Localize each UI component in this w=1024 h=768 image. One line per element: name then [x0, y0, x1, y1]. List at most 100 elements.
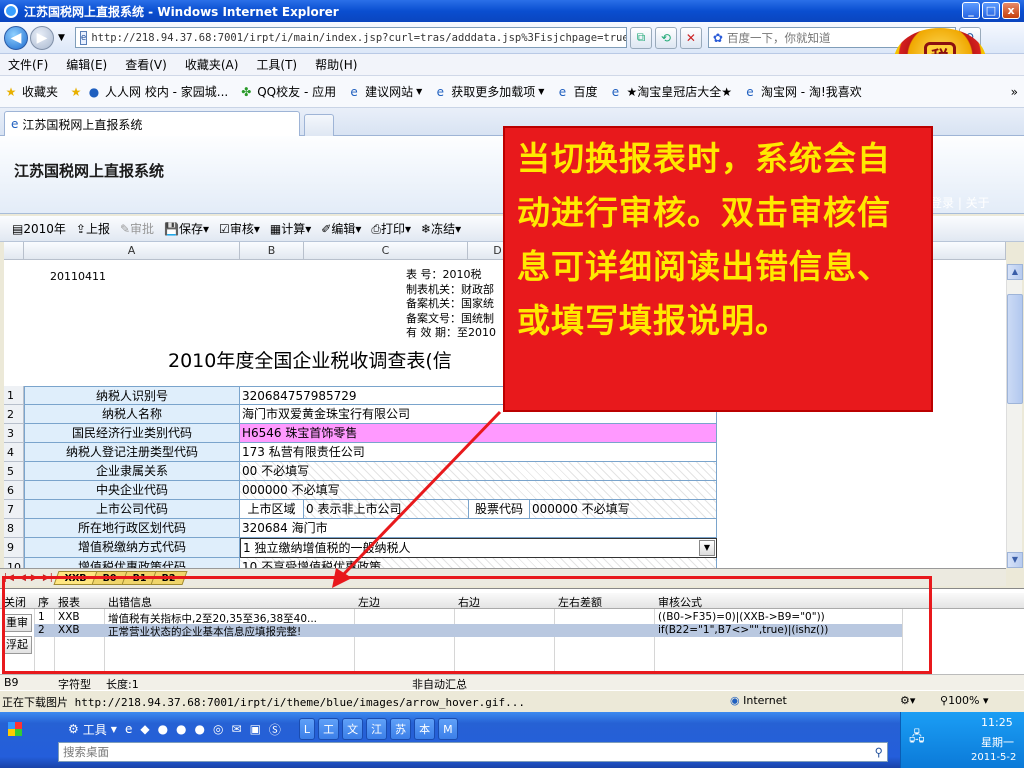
dropdown-arrow-icon[interactable]: ▼: [699, 540, 715, 556]
taskbar-item[interactable]: M: [438, 718, 458, 740]
clock-time[interactable]: 11:25: [981, 716, 1013, 729]
minimize-button[interactable]: _: [962, 2, 980, 19]
callout-note: 当切换报表时，系统会自动进行审核。双击审核信息可详细阅读出错信息、或填写填报说明…: [503, 126, 933, 412]
system-tray: 🖧 11:25 星期一 2011-5-2: [900, 712, 1024, 768]
taskbar-item[interactable]: 文: [342, 718, 364, 740]
back-button[interactable]: ◀: [4, 25, 28, 50]
tools-icon[interactable]: ⚙: [68, 722, 79, 736]
approve-button[interactable]: ✎审批: [120, 220, 154, 237]
back-arrow-icon: ◀: [10, 29, 22, 46]
column-header-c[interactable]: C: [304, 242, 468, 260]
audit-button[interactable]: ☑审核▾: [219, 220, 260, 237]
magnifier-icon: ⚲: [940, 694, 949, 707]
stop-button[interactable]: ✕: [679, 26, 702, 49]
edit-button[interactable]: ✐编辑▾: [321, 220, 361, 237]
taskbar-item[interactable]: 本: [414, 718, 436, 740]
calculate-button[interactable]: ▦计算▾: [270, 220, 311, 237]
app-quick-icon[interactable]: Ⓢ: [269, 721, 281, 738]
menu-help[interactable]: 帮助(H): [315, 56, 357, 73]
scroll-thumb[interactable]: [1007, 294, 1023, 404]
industry-code-cell[interactable]: H6546 珠宝首饰零售: [240, 424, 717, 443]
ie-logo-icon: [4, 4, 18, 18]
menu-tools[interactable]: 工具(T): [256, 56, 297, 73]
chevron-more-icon[interactable]: »: [1011, 85, 1018, 99]
ie-quick-icon[interactable]: e: [125, 722, 132, 736]
app-title: 江苏国税网上直报系统: [14, 162, 165, 180]
forward-button[interactable]: ▶: [30, 25, 54, 50]
region-code-cell[interactable]: 320684 海门市: [240, 519, 717, 538]
row-number: 5: [4, 462, 24, 481]
zoom-level[interactable]: ⚲100% ▾: [940, 694, 989, 707]
taskbar-item[interactable]: 江: [366, 718, 388, 740]
address-bar[interactable]: e http://218.94.37.68:7001/irpt/i/main/i…: [74, 27, 627, 48]
close-button[interactable]: x: [1002, 2, 1020, 19]
app-quick-icon[interactable]: ●: [158, 722, 168, 736]
fav-renren[interactable]: ★ ● 人人网 校内 - 家园城...: [69, 83, 229, 100]
cell-ref: B9: [4, 676, 19, 689]
vat-policy-cell[interactable]: 10 不享受增值税优惠政策: [240, 558, 717, 568]
windows-logo-icon[interactable]: [8, 722, 22, 736]
central-enterprise-cell[interactable]: 000000 不必填写: [240, 481, 717, 500]
stock-code-label: 股票代码: [468, 500, 530, 518]
menu-favorites[interactable]: 收藏夹(A): [185, 56, 239, 73]
app-quick-icon[interactable]: ✉: [232, 722, 242, 736]
scroll-up-icon[interactable]: ▲: [1007, 264, 1023, 280]
freeze-button[interactable]: ❄冻结▾: [421, 220, 461, 237]
fav-qq[interactable]: ✤ QQ校友 - 应用: [239, 83, 336, 100]
refresh-button[interactable]: ⟲: [654, 26, 677, 49]
fav-taobao-shops[interactable]: e ★淘宝皇冠店大全★: [608, 83, 732, 100]
maximize-button[interactable]: □: [982, 2, 1000, 19]
compat-icon: ⧉: [636, 30, 646, 44]
new-tab-button[interactable]: [304, 114, 334, 136]
listing-region-cell[interactable]: 0 表示非上市公司: [306, 500, 401, 518]
app-quick-icon[interactable]: ◎: [213, 722, 223, 736]
app-quick-icon[interactable]: ●: [176, 722, 186, 736]
save-button[interactable]: 💾保存▾: [164, 220, 209, 237]
submit-button[interactable]: ⇪上报: [76, 220, 110, 237]
fav-suggested[interactable]: e 建议网站 ▼: [347, 83, 422, 100]
taskbar-item[interactable]: 工: [318, 718, 340, 740]
column-header-b[interactable]: B: [240, 242, 304, 260]
menu-file[interactable]: 文件(F): [8, 56, 48, 73]
taskbar-item[interactable]: 苏: [390, 718, 412, 740]
fav-addons[interactable]: e 获取更多加载项 ▼: [433, 83, 545, 100]
status-text: 正在下载图片 http://218.94.37.68:7001/irpt/i/t…: [2, 695, 525, 709]
history-dropdown-icon[interactable]: ▼: [58, 33, 65, 43]
row-number: 9: [4, 538, 24, 558]
page-icon: e: [79, 30, 88, 45]
taskbar-item[interactable]: L: [298, 718, 316, 740]
compat-view-button[interactable]: ⧉: [629, 26, 652, 49]
column-header-a[interactable]: A: [24, 242, 240, 260]
header-links[interactable]: 登录 | 关于: [930, 194, 990, 211]
year-button[interactable]: ▤2010年: [12, 220, 66, 237]
app-quick-icon[interactable]: ▣: [250, 722, 261, 736]
row-number: 3: [4, 424, 24, 443]
favorites-bar: ★ 收藏夹 ★ ● 人人网 校内 - 家园城... ✤ QQ校友 - 应用 e 建议网站 ▼…: [0, 76, 1024, 108]
fav-baidu[interactable]: e 百度: [555, 83, 598, 100]
app-quick-icon[interactable]: ◆: [140, 722, 149, 736]
desktop-search-input[interactable]: 搜索桌面 ⚲: [58, 742, 888, 762]
field-label: 中央企业代码: [24, 481, 240, 500]
app-quick-icon[interactable]: ●: [195, 722, 205, 736]
fav-taobao[interactable]: e 淘宝网 - 淘!我喜欢: [743, 83, 861, 100]
scroll-down-icon[interactable]: ▼: [1007, 552, 1023, 568]
affiliation-cell[interactable]: 00 不必填写: [240, 462, 717, 481]
search-icon: ⚲: [874, 745, 883, 759]
favorites-button[interactable]: ★ 收藏夹: [4, 83, 58, 100]
tab-current[interactable]: e 江苏国税网上直报系统: [4, 111, 300, 136]
menu-edit[interactable]: 编辑(E): [66, 56, 107, 73]
network-icon[interactable]: 🖧: [909, 726, 925, 750]
print-button[interactable]: ⎙打印▾: [371, 220, 411, 237]
tools-menu[interactable]: 工具: [83, 721, 107, 738]
vertical-scrollbar[interactable]: ▲ ▼: [1006, 264, 1023, 568]
field-label: 所在地行政区划代码: [24, 519, 240, 538]
ie-page-icon: e: [350, 84, 358, 99]
registration-type-cell[interactable]: 173 私营有限责任公司: [240, 443, 717, 462]
internet-zone: ◉ Internet: [730, 694, 787, 707]
stock-code-cell[interactable]: 000000 不必填写: [532, 500, 630, 518]
row-number: 6: [4, 481, 24, 500]
vat-method-select[interactable]: 1 独立缴纳增值税的一般纳税人 ▼: [240, 538, 717, 558]
protected-mode-icon[interactable]: ⚙▾: [900, 694, 915, 707]
listing-region-label: 上市区域: [240, 500, 304, 518]
menu-view[interactable]: 查看(V): [125, 56, 167, 73]
